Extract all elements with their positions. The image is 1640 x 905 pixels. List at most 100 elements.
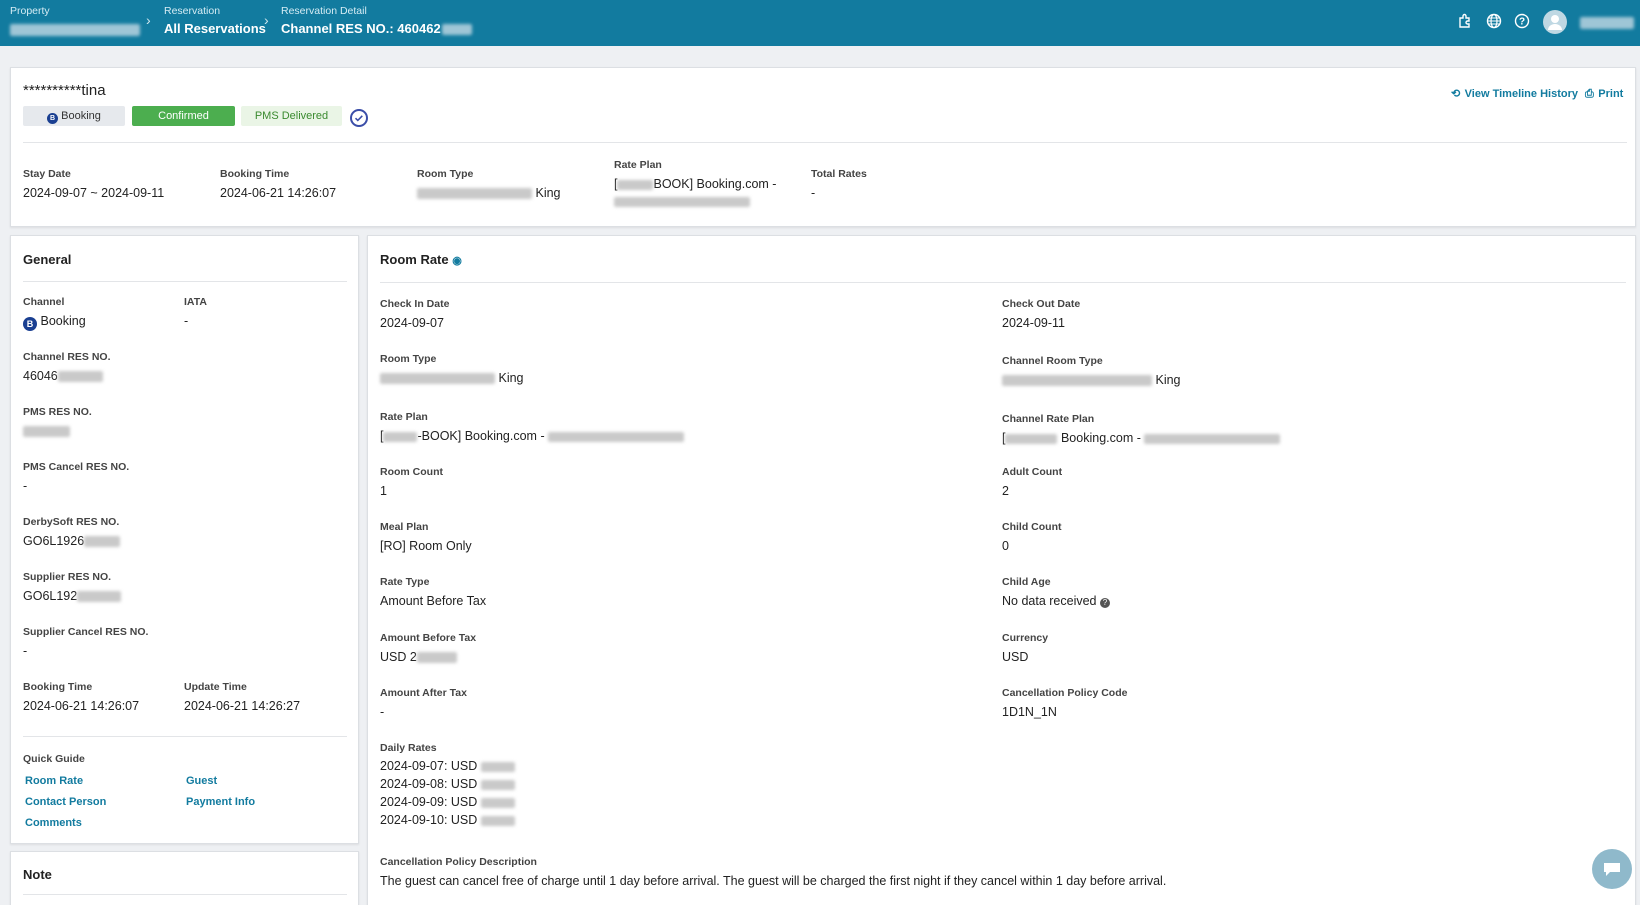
rate-plan-line2 (614, 194, 776, 208)
channel-res-text: 46046 (23, 369, 58, 383)
user-name[interactable] (1580, 17, 1634, 29)
eye-icon[interactable]: ◉ (452, 255, 462, 267)
redacted-text (84, 536, 121, 548)
channel-res-text: Channel RES NO.: 460462 (281, 21, 441, 36)
derbysoft-res-field: DerbySoft RES NO. GO6L1926 (23, 516, 121, 548)
breadcrumb-label: Reservation (164, 5, 221, 17)
channel-res-value: 46046 (23, 369, 111, 383)
daily-rates-field: Daily Rates 2024-09-07: USD 2024-09-08: … (380, 742, 515, 827)
redacted-text (380, 373, 495, 385)
status-badge: Confirmed (132, 106, 235, 126)
pms-res-label: PMS RES NO. (23, 406, 92, 418)
stay-date-field: Stay Date 2024-09-07 ~ 2024-09-11 (23, 168, 164, 200)
supplier-cancel-res-field: Supplier Cancel RES NO. - (23, 626, 148, 658)
avatar[interactable] (1543, 10, 1567, 34)
divider (23, 142, 1627, 143)
quick-link-guest[interactable]: Guest (186, 775, 217, 787)
amount-before-tax-text: USD 2 (380, 650, 417, 664)
booking-logo-icon: B (23, 317, 37, 331)
supplier-cancel-res-value: - (23, 644, 28, 658)
channel-rate-plan-text-b: Booking.com - (1060, 431, 1145, 445)
daily-rate-text: 2024-09-09: USD (380, 795, 478, 809)
amount-after-tax-label: Amount After Tax (380, 687, 467, 699)
update-time-value: 2024-06-21 14:26:27 (184, 699, 301, 713)
help-icon[interactable]: ? (1100, 598, 1110, 608)
redacted-text (1005, 433, 1058, 444)
pms-cancel-res-label: PMS Cancel RES NO. (23, 461, 130, 473)
rate-plan-value: [-BOOK] Booking.com - (380, 429, 685, 443)
chat-bubble-button[interactable] (1592, 849, 1632, 889)
update-time-field: Update Time 2024-06-21 14:26:27 (184, 681, 300, 713)
total-rates-value: - (811, 186, 816, 200)
child-age-text: No data received (1002, 594, 1097, 608)
rate-plan-field: Rate Plan [BOOK] Booking.com - (614, 159, 776, 208)
channel-room-type-label: Channel Room Type (1002, 355, 1103, 367)
meal-plan-label: Meal Plan (380, 521, 429, 533)
rate-plan-label: Rate Plan (614, 159, 662, 171)
redacted-text (480, 761, 515, 772)
redacted-text (10, 23, 140, 36)
iata-field: IATA - (184, 296, 207, 328)
adult-count-value: 2 (1002, 484, 1009, 498)
quick-link-contact-person[interactable]: Contact Person (25, 796, 106, 808)
daily-rate-row: 2024-09-08: USD (380, 777, 515, 791)
breadcrumb-property[interactable]: Property (10, 5, 140, 36)
pms-res-field: PMS RES NO. (23, 406, 92, 438)
amount-after-tax-value: - (380, 705, 385, 719)
channel-name: Booking (40, 314, 86, 328)
daily-rate-text: 2024-09-07: USD (380, 759, 478, 773)
divider (23, 281, 347, 282)
adult-count-field: Adult Count 2 (1002, 466, 1062, 498)
quick-link-room-rate[interactable]: Room Rate (25, 775, 83, 787)
breadcrumb-value: Channel RES NO.: 460462 (281, 21, 472, 36)
amount-before-tax-value: USD 2 (380, 650, 476, 664)
channel-label: Channel (23, 296, 65, 308)
general-booking-time-field: Booking Time 2024-06-21 14:26:07 (23, 681, 139, 713)
general-card: General Channel B Booking IATA - Channel… (10, 235, 359, 844)
rate-type-value: Amount Before Tax (380, 594, 487, 608)
daily-rate-row: 2024-09-09: USD (380, 795, 515, 809)
top-bar: Property › Reservation All Reservations … (0, 0, 1640, 46)
channel-room-type-value: King (1002, 373, 1181, 387)
child-count-value: 0 (1002, 539, 1009, 553)
booking-time-value: 2024-06-21 14:26:07 (23, 699, 140, 713)
quick-link-comments[interactable]: Comments (25, 817, 82, 829)
globe-icon[interactable] (1485, 13, 1503, 31)
booking-time-field: Booking Time 2024-06-21 14:26:07 (220, 168, 336, 200)
room-count-label: Room Count (380, 466, 443, 478)
note-title: Note (23, 867, 52, 882)
help-icon[interactable]: ? (1513, 13, 1531, 31)
daily-rates-label: Daily Rates (380, 742, 437, 754)
cancellation-policy-description-value: The guest can cancel free of charge unti… (380, 874, 1167, 888)
redacted-text (417, 188, 532, 200)
rate-plan-text-b: -BOOK] Booking.com - (417, 429, 549, 443)
channel-room-type-field: Channel Room Type King (1002, 355, 1181, 387)
breadcrumb-reservation[interactable]: Reservation All Reservations (164, 5, 266, 36)
booking-time-value: 2024-06-21 14:26:07 (220, 186, 337, 200)
check-out-value: 2024-09-11 (1002, 316, 1066, 330)
check-in-value: 2024-09-07 (380, 316, 444, 330)
channel-badge-label: Booking (61, 110, 101, 122)
breadcrumb-detail: Reservation Detail Channel RES NO.: 4604… (281, 5, 472, 36)
room-type-label: Room Type (380, 353, 437, 365)
puzzle-icon[interactable] (1456, 13, 1474, 31)
quick-link-payment-info[interactable]: Payment Info (186, 796, 255, 808)
check-in-field: Check In Date 2024-09-07 (380, 298, 449, 330)
rr-room-type-field: Room Type King (380, 353, 524, 385)
redacted-text (57, 371, 103, 383)
redacted-text (77, 591, 122, 603)
rate-plan-label: Rate Plan (380, 411, 428, 423)
meal-plan-value: [RO] Room Only (380, 539, 472, 553)
currency-field: Currency USD (1002, 632, 1048, 664)
redacted-text (23, 426, 70, 438)
breadcrumb-label: Property (10, 5, 50, 17)
channel-value: B Booking (23, 314, 86, 331)
divider (23, 894, 347, 895)
stay-date-value: 2024-09-07 ~ 2024-09-11 (23, 186, 165, 200)
derbysoft-res-label: DerbySoft RES NO. (23, 516, 120, 528)
derbysoft-res-text: GO6L1926 (23, 534, 85, 548)
property-name (10, 21, 140, 36)
print-link[interactable]: ⎙ Print (1585, 84, 1623, 102)
cancellation-policy-code-field: Cancellation Policy Code 1D1N_1N (1002, 687, 1127, 719)
view-timeline-history-link[interactable]: ⟲ View Timeline History (1451, 84, 1578, 102)
